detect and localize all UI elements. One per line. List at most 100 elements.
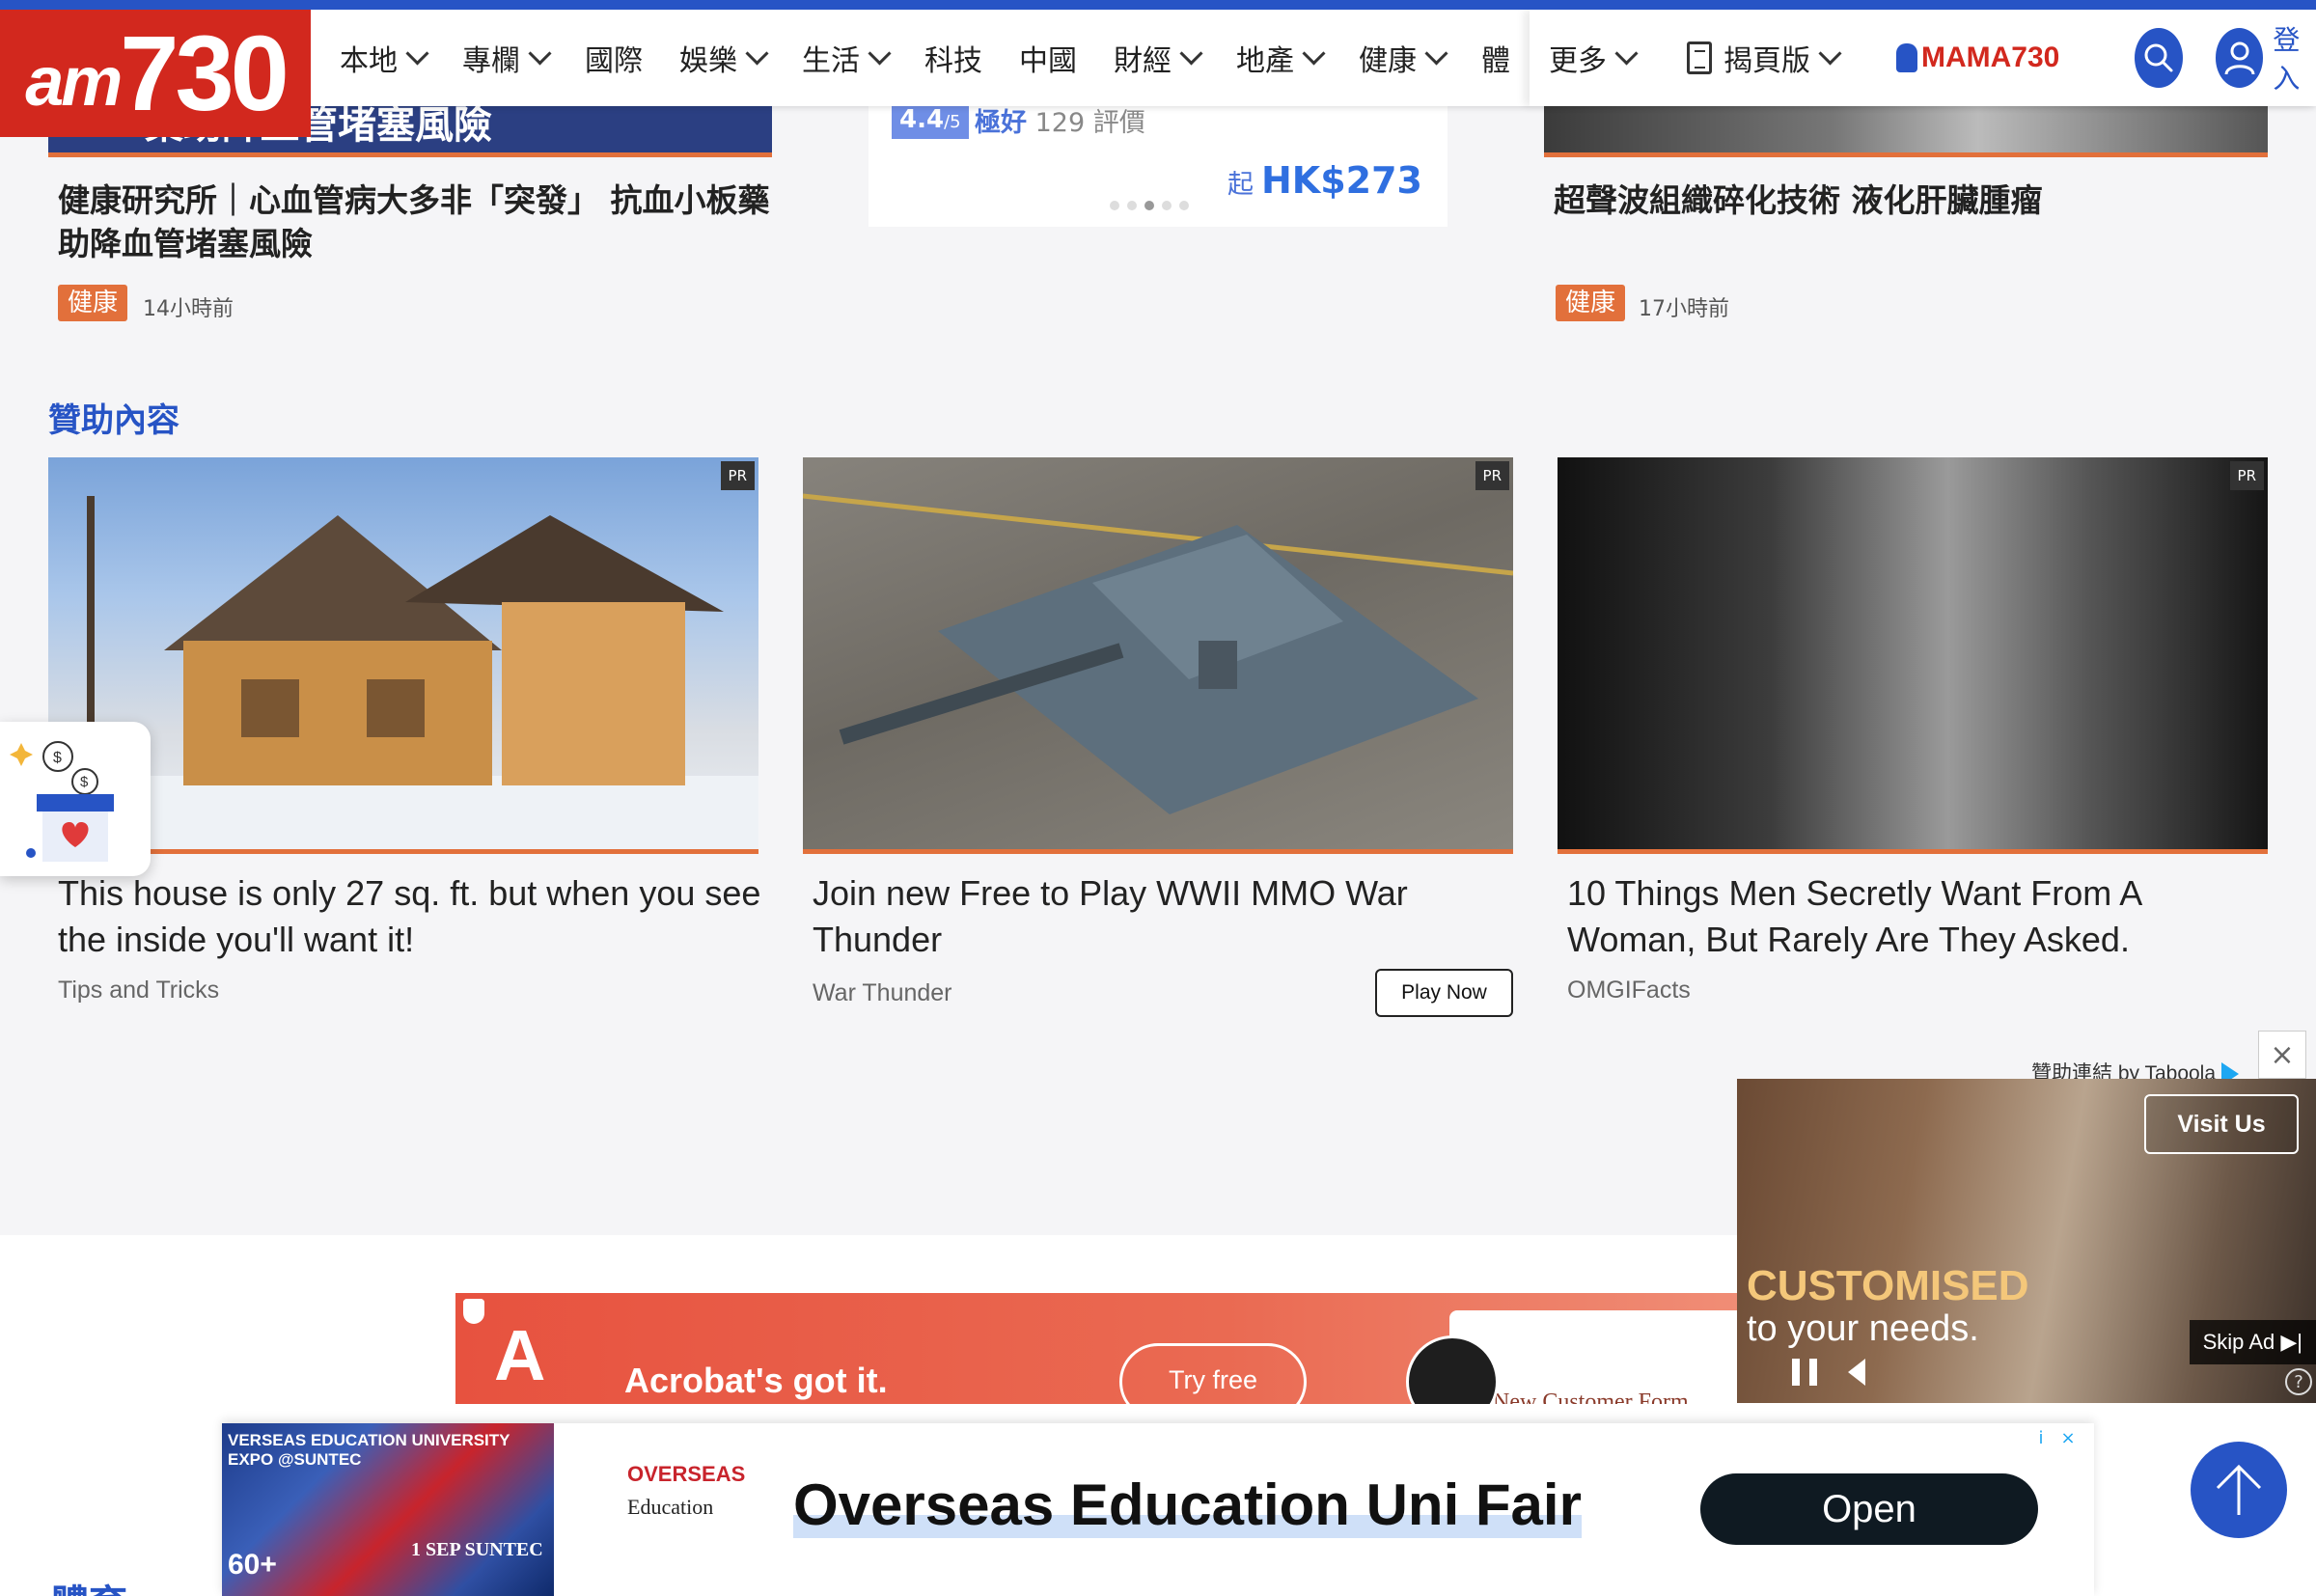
carousel-dot[interactable] — [1127, 201, 1137, 210]
pr-badge: PR — [720, 461, 755, 490]
sponsored-title[interactable]: This house is only 27 sq. ft. but when y… — [58, 870, 762, 963]
help-icon[interactable]: ? — [2285, 1368, 2312, 1395]
sponsored-title[interactable]: Join new Free to Play WWII MMO War Thund… — [813, 870, 1488, 963]
sponsored-source[interactable]: OMGIFacts — [1567, 977, 1691, 1004]
image-underline — [803, 849, 1513, 854]
nav-item-local[interactable]: 本地 — [340, 37, 429, 79]
nav-item-lifestyle[interactable]: 生活 — [802, 37, 892, 79]
chevron-down-icon — [528, 41, 552, 66]
sponsored-image-couple[interactable]: PR — [1558, 457, 2268, 849]
sponsored-image-house[interactable]: PR — [48, 457, 758, 849]
sponsored-source[interactable]: Tips and Tricks — [58, 977, 219, 1004]
review-count: 129 評價 — [1034, 108, 1145, 138]
price-prefix: 起 — [1227, 170, 1254, 200]
nav-label: 娛樂 — [679, 44, 737, 78]
acrobat-ad-banner[interactable]: A Acrobat's got it. Try free New Custome… — [455, 1293, 1739, 1404]
video-ad-close-button[interactable]: × — [2258, 1031, 2306, 1079]
timestamp: 14小時前 — [143, 297, 234, 321]
skip-icon: ▶︎| — [2280, 1330, 2302, 1354]
image-underline — [48, 849, 758, 854]
nav-item-entertainment[interactable]: 娛樂 — [679, 37, 769, 79]
price: 起 HK$273 — [1227, 159, 1422, 202]
image-underline — [1558, 849, 2268, 854]
nav-label: 科技 — [924, 44, 982, 78]
user-button[interactable] — [2215, 28, 2264, 88]
nav-epaper-label: 揭頁版 — [1723, 44, 1810, 78]
sticky-ad-headline[interactable]: Overseas Education Uni Fair — [793, 1472, 1582, 1538]
timestamp: 17小時前 — [1639, 297, 1729, 321]
floating-gift-widget[interactable]: $ $ — [0, 722, 151, 876]
price-value: HK$273 — [1260, 159, 1422, 202]
hotel-offer-card[interactable]: 4.4/5 極好 129 評價 起 HK$273 — [868, 92, 1448, 227]
article-title-right[interactable]: 超聲波組織碎化技術 液化肝臟腫瘤 — [1554, 179, 2268, 222]
nav-item-china[interactable]: 中國 — [1019, 37, 1077, 79]
gift-icon: $ $ — [10, 741, 114, 862]
chevron-down-icon — [1179, 41, 1203, 66]
nav-label: 國際 — [585, 44, 643, 78]
info-icon[interactable]: i — [2028, 1425, 2054, 1450]
chevron-down-icon — [1818, 41, 1842, 66]
carousel-dot-active[interactable] — [1144, 201, 1154, 210]
scroll-to-top-button[interactable] — [2191, 1442, 2287, 1538]
volume-icon[interactable] — [1848, 1359, 1865, 1386]
nav-item-finance[interactable]: 財經 — [1114, 37, 1203, 79]
carousel-dot[interactable] — [1162, 201, 1172, 210]
brand-line-1: OVERSEAS — [627, 1462, 746, 1486]
nav-item-health[interactable]: 健康 — [1359, 37, 1448, 79]
category-tag[interactable]: 健康 — [58, 285, 128, 321]
top-accent-bar — [0, 0, 2316, 10]
nav-label: 本地 — [340, 44, 398, 78]
visit-us-button[interactable]: Visit Us — [2144, 1094, 2299, 1154]
chevron-down-icon — [1424, 41, 1448, 66]
shield-icon — [463, 1299, 484, 1324]
close-icon[interactable]: × — [2055, 1425, 2081, 1450]
search-button[interactable] — [2135, 28, 2183, 88]
nav-more[interactable]: 更多 — [1549, 37, 1639, 79]
carousel-dots[interactable] — [1110, 201, 1197, 210]
ad-choices[interactable]: i × — [2026, 1425, 2081, 1450]
play-now-button[interactable]: Play Now — [1375, 969, 1513, 1017]
sticky-bottom-ad[interactable]: VERSEAS EDUCATION UNIVERSITY EXPO @SUNTE… — [222, 1423, 2094, 1596]
carousel-dot[interactable] — [1110, 201, 1119, 210]
lock-icon — [1896, 43, 1917, 72]
sponsored-source[interactable]: War Thunder — [813, 979, 952, 1007]
chevron-down-icon — [1302, 41, 1326, 66]
section-title-sponsored: 贊助內容 — [48, 401, 179, 440]
expo-image-date: 1 SEP SUNTEC — [411, 1539, 543, 1560]
try-free-button[interactable]: Try free — [1119, 1343, 1307, 1404]
document-icon — [1687, 41, 1712, 74]
video-ad[interactable]: Visit Us CUSTOMISED to your needs. Skip … — [1737, 1079, 2316, 1403]
category-tag[interactable]: 健康 — [1556, 285, 1626, 321]
sponsored-image-tank[interactable]: PR — [803, 457, 1513, 849]
open-button[interactable]: Open — [1700, 1473, 2038, 1545]
nav-label: 地產 — [1236, 44, 1294, 78]
nav-epaper[interactable]: 揭頁版 — [1687, 37, 1842, 79]
nav-item-international[interactable]: 國際 — [585, 37, 643, 79]
chevron-down-icon — [405, 41, 429, 66]
site-logo[interactable]: am 730 — [0, 10, 311, 137]
logo-number: 730 — [120, 14, 290, 133]
pr-badge: PR — [2229, 461, 2264, 490]
chevron-down-icon — [745, 41, 769, 66]
chevron-down-icon — [868, 41, 892, 66]
skip-ad-button[interactable]: Skip Ad ▶︎| — [2189, 1320, 2316, 1364]
nav-item-columns[interactable]: 專欄 — [462, 37, 552, 79]
pause-icon[interactable] — [1792, 1359, 1817, 1386]
svg-text:$: $ — [53, 750, 62, 766]
video-ad-headline: CUSTOMISED — [1747, 1262, 2029, 1309]
expo-image-title: VERSEAS EDUCATION UNIVERSITY EXPO @SUNTE… — [228, 1431, 510, 1469]
expo-image[interactable]: VERSEAS EDUCATION UNIVERSITY EXPO @SUNTE… — [222, 1423, 554, 1596]
nav-more-label: 更多 — [1549, 44, 1607, 78]
expo-image-count: 60+ — [228, 1549, 277, 1581]
acrobat-logo: A — [494, 1315, 546, 1395]
nav-item-property[interactable]: 地產 — [1236, 37, 1326, 79]
article-image-right[interactable] — [1544, 106, 2268, 154]
mama730-link[interactable]: MAMA730 — [1896, 41, 2059, 74]
carousel-dot[interactable] — [1179, 201, 1189, 210]
nav-item-sports[interactable]: 體 — [1481, 37, 1510, 79]
nav-menu: 本地 專欄 國際 娛樂 生活 科技 中國 財經 地產 健康 體 — [340, 10, 1547, 106]
sponsored-title[interactable]: 10 Things Men Secretly Want From A Woman… — [1567, 870, 2262, 963]
nav-item-tech[interactable]: 科技 — [924, 37, 982, 79]
login-link[interactable]: 登入 — [2273, 19, 2316, 96]
article-title-left[interactable]: 健康研究所｜心血管病大多非「突發」 抗血小板藥助降血管堵塞風險 — [58, 179, 772, 265]
